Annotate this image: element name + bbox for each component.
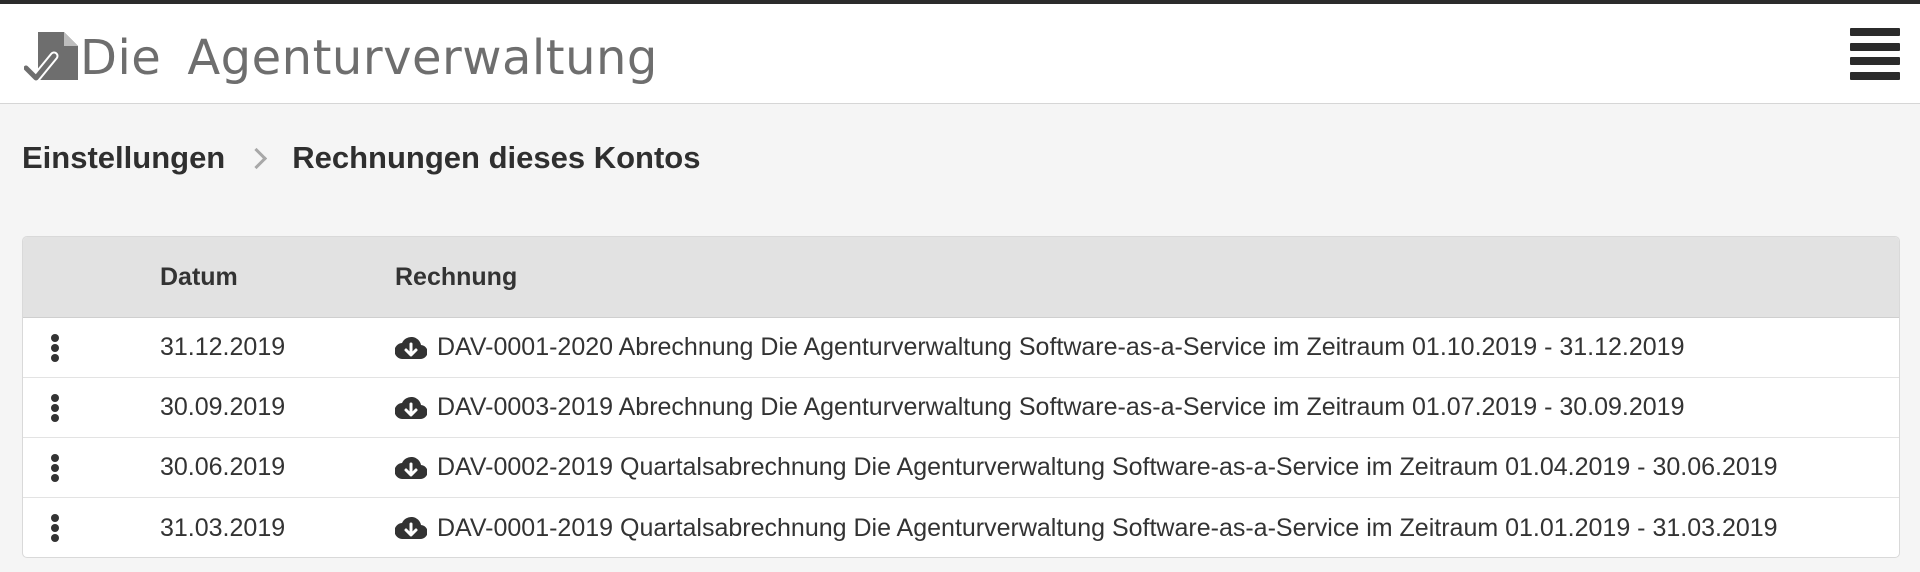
logo-word-die: Die xyxy=(80,30,162,86)
row-date: 30.09.2019 xyxy=(160,393,286,421)
cloud-download-icon xyxy=(395,456,427,479)
invoice-download-link[interactable]: DAV-0001-2020 Abrechnung Die Agenturverw… xyxy=(395,333,1685,362)
logo-document-check-icon xyxy=(24,32,78,83)
table-header: Datum Rechnung xyxy=(23,237,1899,318)
row-actions-icon[interactable] xyxy=(50,453,60,482)
invoice-download-link[interactable]: DAV-0003-2019 Abrechnung Die Agenturverw… xyxy=(395,393,1685,422)
row-actions-icon[interactable] xyxy=(50,393,60,422)
invoices-table: Datum Rechnung 31.12.2019 DAV-0001-2020 … xyxy=(22,236,1900,558)
row-date: 31.12.2019 xyxy=(160,333,286,361)
app-header: Die Agenturverwaltung xyxy=(0,4,1920,104)
cloud-download-icon xyxy=(395,336,427,359)
breadcrumb: Einstellungen Rechnungen dieses Kontos xyxy=(22,140,700,176)
app-logo[interactable]: Die Agenturverwaltung xyxy=(24,30,658,86)
invoice-title: DAV-0001-2019 Quartalsabrechnung Die Age… xyxy=(437,513,1778,542)
table-row: 30.06.2019 DAV-0002-2019 Quartalsabrechn… xyxy=(23,438,1899,498)
column-header-rechnung[interactable]: Rechnung xyxy=(395,263,1899,292)
row-actions-icon[interactable] xyxy=(50,333,60,362)
breadcrumb-current: Rechnungen dieses Kontos xyxy=(292,140,701,175)
column-header-datum[interactable]: Datum xyxy=(160,263,395,292)
cloud-download-icon xyxy=(395,516,427,540)
invoice-download-link[interactable]: DAV-0002-2019 Quartalsabrechnung Die Age… xyxy=(395,453,1778,482)
breadcrumb-einstellungen[interactable]: Einstellungen xyxy=(22,140,225,176)
invoice-title: DAV-0003-2019 Abrechnung Die Agenturverw… xyxy=(437,393,1685,421)
invoice-title: DAV-0002-2019 Quartalsabrechnung Die Age… xyxy=(437,453,1778,481)
row-date: 30.06.2019 xyxy=(160,453,286,481)
table-row: 30.09.2019 DAV-0003-2019 Abrechnung Die … xyxy=(23,378,1899,438)
invoice-title: DAV-0001-2020 Abrechnung Die Agenturverw… xyxy=(437,333,1685,361)
logo-text: Die Agenturverwaltung xyxy=(80,30,658,86)
row-date: 31.03.2019 xyxy=(160,513,286,542)
logo-word-agenturverwaltung: Agenturverwaltung xyxy=(187,30,658,86)
cloud-download-icon xyxy=(395,396,427,419)
table-row: 31.03.2019 DAV-0001-2019 Quartalsabrechn… xyxy=(23,498,1899,557)
row-actions-icon[interactable] xyxy=(50,514,60,542)
chevron-right-icon xyxy=(246,147,268,169)
invoice-download-link[interactable]: DAV-0001-2019 Quartalsabrechnung Die Age… xyxy=(395,514,1778,543)
hamburger-menu-icon[interactable] xyxy=(1850,28,1900,80)
table-row: 31.12.2019 DAV-0001-2020 Abrechnung Die … xyxy=(23,318,1899,378)
